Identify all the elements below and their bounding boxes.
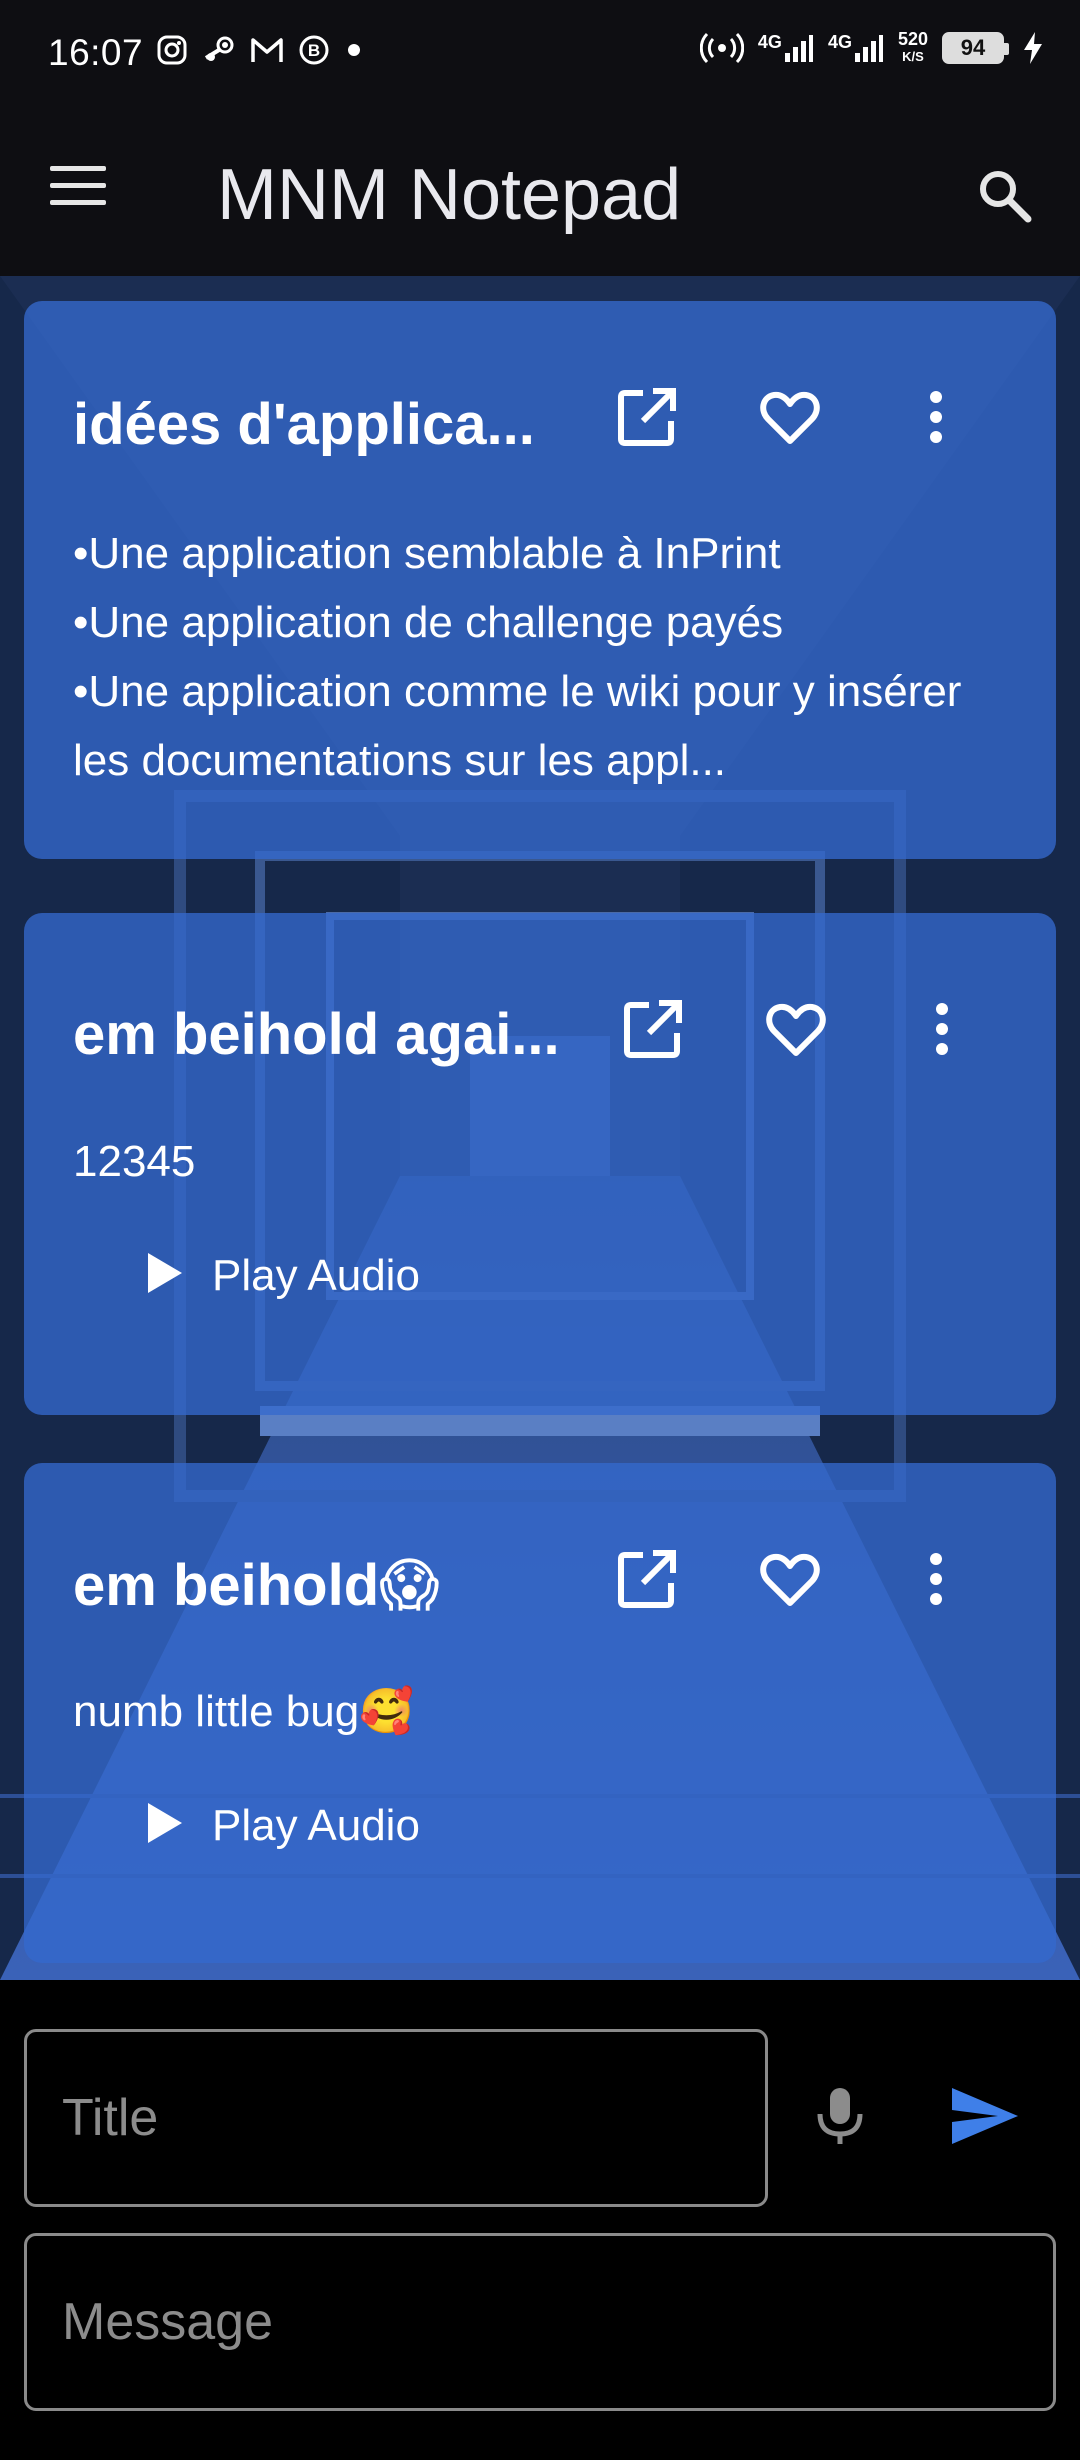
dot-icon: [348, 44, 360, 56]
favorite-button[interactable]: [764, 997, 828, 1061]
hamburger-icon-line: [50, 200, 106, 205]
play-icon: [148, 1253, 182, 1293]
open-in-new-icon: [618, 388, 676, 446]
play-icon: [148, 1803, 182, 1843]
app-title: MNM Notepad: [217, 155, 682, 235]
search-icon: [980, 171, 1032, 223]
more-options-button[interactable]: [904, 385, 968, 449]
more-vert-icon: [930, 1553, 942, 1605]
note-body: •Une application semblable à InPrint •Un…: [73, 519, 996, 795]
heart-outline-icon: [760, 1553, 820, 1606]
open-in-new-icon: [618, 1550, 676, 1608]
note-body: numb little bug🥰: [73, 1687, 414, 1736]
gmail-icon: [251, 38, 283, 62]
title-field-container: [24, 2029, 768, 2207]
notification-icons: B: [156, 34, 364, 66]
net-speed-value: 520: [897, 29, 928, 49]
open-in-new-icon: [624, 1000, 682, 1058]
favorite-button[interactable]: [758, 385, 822, 449]
note-body: 12345: [73, 1137, 196, 1186]
note-title: idées d'applica...: [73, 392, 535, 457]
network-1-label: 4G: [757, 32, 782, 52]
steam-icon: [204, 36, 234, 61]
menu-button[interactable]: [50, 166, 110, 216]
notes-list[interactable]: idées d'applica... •Une application semb…: [0, 276, 1080, 1980]
send-button[interactable]: [948, 2084, 1020, 2148]
signal-2-icon: [854, 35, 883, 62]
message-field-container: [24, 2233, 1056, 2411]
send-icon: [952, 2088, 1018, 2144]
note-card[interactable]: em beihold agai... 12345 Play Audio: [24, 913, 1056, 1415]
battery-level: 94: [960, 35, 986, 60]
more-vert-icon: [930, 391, 942, 443]
message-input[interactable]: [27, 2291, 1053, 2353]
open-note-button[interactable]: [615, 1547, 679, 1611]
note-card[interactable]: em beihold😱 numb little bug🥰 Play Audio: [24, 1463, 1056, 1963]
hamburger-icon-line: [50, 166, 106, 171]
svg-text:B: B: [308, 41, 320, 60]
system-icons: 4G 4G 520 K/S 94: [699, 30, 1044, 66]
status-bar: 16:07 B 4G 4G 520 K/S 94: [0, 0, 1080, 108]
record-audio-button[interactable]: [808, 2084, 872, 2148]
hotspot-icon: [699, 32, 744, 64]
more-options-button[interactable]: [904, 1547, 968, 1611]
microphone-icon: [817, 2088, 863, 2144]
net-speed: 520 K/S: [898, 30, 928, 66]
favorite-button[interactable]: [758, 1547, 822, 1611]
open-note-button[interactable]: [621, 997, 685, 1061]
note-line: •Une application de challenge payés: [73, 598, 784, 647]
network-2-label: 4G: [827, 32, 852, 52]
play-audio-button[interactable]: Play Audio: [144, 1251, 420, 1301]
note-card[interactable]: idées d'applica... •Une application semb…: [24, 301, 1056, 859]
note-line: •Une application semblable à InPrint: [73, 529, 781, 578]
heart-outline-icon: [766, 1003, 826, 1056]
open-note-button[interactable]: [615, 385, 679, 449]
play-audio-label: Play Audio: [212, 1251, 420, 1300]
play-audio-button[interactable]: Play Audio: [144, 1801, 420, 1851]
more-options-button[interactable]: [910, 997, 974, 1061]
instagram-icon: [157, 35, 187, 65]
search-button[interactable]: [975, 166, 1035, 226]
composer: [0, 1980, 1080, 2460]
status-time: 16:07: [48, 32, 144, 73]
note-line: •Une application comme le wiki pour y in…: [73, 667, 962, 785]
note-title: em beihold😱: [73, 1553, 440, 1618]
app-bar: MNM Notepad: [0, 108, 1080, 276]
signal-1-icon: [784, 35, 813, 62]
b-badge-icon: B: [299, 35, 329, 65]
heart-outline-icon: [760, 391, 820, 444]
net-speed-unit: K/S: [902, 49, 924, 64]
more-vert-icon: [936, 1003, 948, 1055]
title-input[interactable]: [27, 2087, 765, 2149]
note-title: em beihold agai...: [73, 1002, 560, 1067]
hamburger-icon-line: [50, 183, 106, 188]
play-audio-label: Play Audio: [212, 1801, 420, 1850]
charging-icon: [1024, 32, 1042, 64]
battery-indicator: 94: [942, 32, 1009, 64]
